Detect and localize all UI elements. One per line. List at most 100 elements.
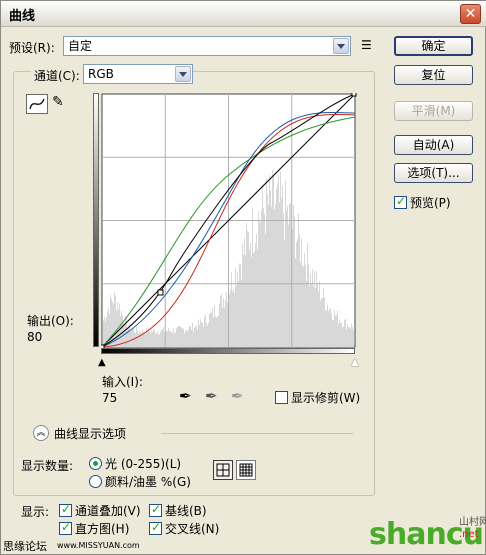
baseline-checkbox[interactable] [149,502,162,517]
histogram-bar [275,203,276,347]
histogram-bar [276,189,277,347]
histogram-bar [138,333,139,347]
histogram-bar [113,304,114,347]
histogram-bar [351,323,352,347]
white-point-slider[interactable]: ▲ [351,357,359,368]
histogram-bar [205,315,206,347]
smooth-button[interactable]: 平滑(M) [394,101,473,121]
histogram-bar [187,331,188,347]
input-value[interactable]: 75 [102,391,117,405]
detailed-grid-button[interactable] [236,460,256,480]
histogram-bar [337,310,338,347]
channel-overlays-checkbox[interactable] [59,502,72,517]
shancun-logo: shancun 山村网 .net [369,517,486,552]
histogram-bar [254,251,255,347]
histogram-bar [352,326,353,347]
histogram-bar [346,329,347,347]
show-clipping-label: 显示修剪(W) [291,391,361,405]
preview-label: 预览(P) [410,196,451,210]
curve-point-tool[interactable] [26,94,48,114]
histogram-bar [152,331,153,347]
histogram-bar [183,328,184,347]
histogram-checkbox[interactable] [59,520,72,535]
channel-select[interactable]: RGB [83,64,193,84]
simple-grid-button[interactable] [213,460,233,480]
histogram-bar [121,311,122,347]
histogram-bar [302,265,303,347]
histogram-bar [155,333,156,347]
histogram-bar [158,334,159,347]
histogram-bar [130,331,131,347]
collapse-options-icon[interactable]: ︽ [33,425,49,441]
preset-select[interactable]: 自定 [63,36,351,56]
histogram-bar [141,333,142,347]
options-button[interactable]: 选项(T)... [394,163,473,183]
histogram-bar [350,328,351,347]
histogram-bar [188,329,189,347]
output-gradient-bar [93,93,99,347]
intersection-checkbox[interactable] [149,520,162,535]
curve-graph[interactable] [99,91,359,355]
histogram-bar [268,204,269,347]
channel-value: RGB [88,67,114,81]
histogram-bar [331,313,332,347]
close-button[interactable]: ✕ [460,4,481,24]
histogram-bar [117,302,118,347]
histogram-bar [310,274,311,347]
histogram-bar [255,242,256,347]
reset-button[interactable]: 复位 [394,65,473,85]
auto-button[interactable]: 自动(A) [394,135,473,155]
gray-eyedropper-icon[interactable]: ✒ [205,387,218,405]
histogram-bar [131,330,132,347]
histogram-bar [274,209,275,347]
histogram-bar [243,254,244,347]
histogram-bar [104,317,105,347]
histogram-bar [197,329,198,347]
show-clipping-checkbox[interactable] [275,391,288,404]
histogram-bar [257,249,258,347]
light-radio[interactable] [89,457,102,470]
black-eyedropper-icon[interactable]: ✒ [179,387,192,405]
input-gradient-bar [101,348,355,354]
histogram-bar [237,271,238,347]
histogram-bar [325,310,326,347]
histogram-bar [225,300,226,347]
pigment-radio[interactable] [89,475,102,488]
histogram-bar [264,213,265,347]
preview-checkbox[interactable] [394,194,407,209]
histogram-bar [309,285,310,347]
histogram-bar [239,263,240,347]
histogram-bar [199,324,200,347]
histogram-bar [111,299,112,347]
histogram-bar [285,180,286,347]
histogram-bar [196,326,197,347]
curve-point-selected [157,289,164,296]
histogram-bar [211,312,212,347]
histogram-bar [262,183,263,347]
histogram-bar [347,323,348,347]
histogram-bar [210,313,211,347]
histogram-bar [293,205,294,347]
histogram-bar [193,331,194,347]
histogram-bar [332,319,333,347]
histogram-bar [329,309,330,347]
histogram-bar [156,333,157,347]
histogram-bar [321,298,322,347]
white-eyedropper-icon[interactable]: ✒ [231,387,244,405]
pencil-icon[interactable]: ✎ [52,94,64,110]
histogram-bar [242,243,243,347]
histogram-bar [305,265,306,347]
preset-menu-icon[interactable]: ☰ [361,38,372,52]
histogram-bar [233,288,234,347]
black-point-slider[interactable]: ▲ [98,357,106,368]
histogram-bar [308,264,309,347]
histogram-bar [333,320,334,347]
histogram-bar [256,233,257,347]
ok-button[interactable]: 确定 [394,36,473,56]
display-amount-label: 显示数量: [21,459,74,473]
output-value[interactable]: 80 [27,330,42,344]
curves-dialog: 曲线 ✕ 预设(R): 自定 ☰ 确定 复位 平滑(M) 自动(A) 选项(T)… [0,0,486,555]
histogram-bar [208,323,209,347]
histogram-bar [212,307,213,347]
grid-10-icon [239,463,253,477]
